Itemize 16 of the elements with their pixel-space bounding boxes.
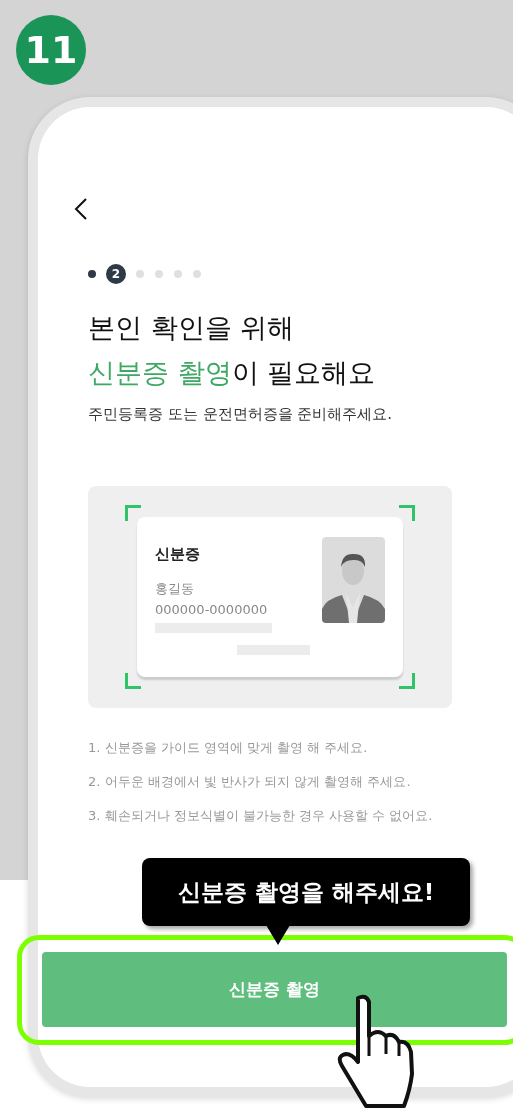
guide-note: 2. 어두운 배경에서 빛 반사가 되지 않게 촬영해 주세요.	[88, 773, 412, 791]
card-number: 000000-0000000	[155, 602, 268, 617]
capture-id-button[interactable]: 신분증 촬영	[42, 952, 507, 1027]
guide-note: 1. 신분증을 가이드 영역에 맞게 촬영 해 주세요.	[88, 739, 369, 757]
subtitle: 주민등록증 또는 운전면허증을 준비해주세요.	[88, 405, 393, 424]
card-title: 신분증	[155, 545, 200, 564]
step-number-badge: 11	[16, 15, 86, 85]
guide-note: 3. 훼손되거나 정보식별이 불가능한 경우 사용할 수 없어요.	[88, 807, 433, 825]
tooltip-pointer-icon	[266, 925, 290, 945]
title-line: 본인 확인을 위해	[88, 311, 296, 345]
current-step-indicator: 2	[107, 265, 125, 283]
tooltip: 신분증 촬영을 해주세요!	[142, 858, 470, 926]
card-name: 홍길동	[155, 580, 194, 598]
title-line: 신분증 촬영 이 필요해요	[88, 356, 376, 390]
person-silhouette-icon	[322, 537, 385, 623]
back-icon[interactable]	[74, 197, 88, 221]
